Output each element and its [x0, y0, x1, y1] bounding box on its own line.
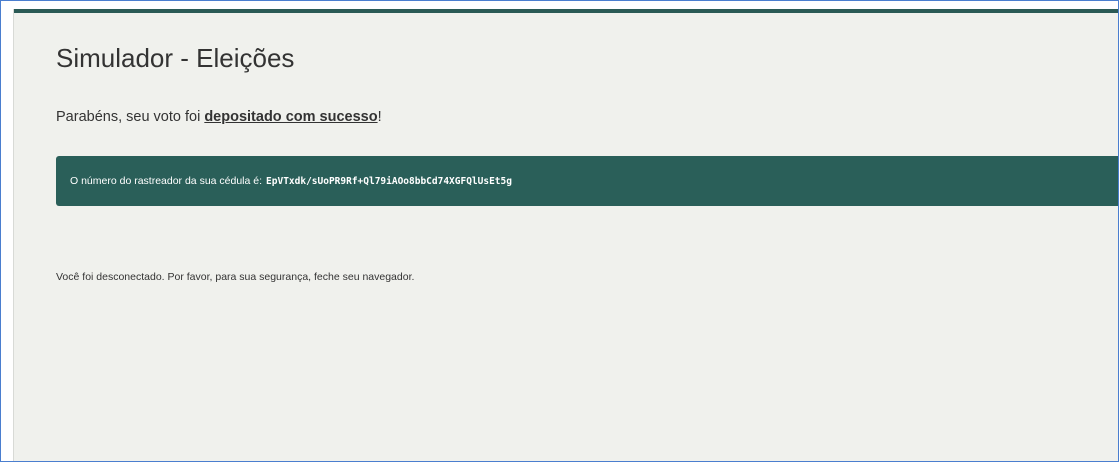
tracker-label: O número do rastreador da sua cédula é:: [70, 175, 263, 187]
confirmation-suffix: !: [377, 109, 382, 125]
screenshot-frame: Simulador - Eleições Parabéns, seu voto …: [0, 0, 1119, 462]
confirmation-prefix: Parabéns, seu voto foi: [56, 109, 205, 125]
vote-confirmation-message: Parabéns, seu voto foi depositado com su…: [56, 109, 382, 125]
page-content: Simulador - Eleições Parabéns, seu voto …: [13, 9, 1118, 461]
confirmation-emphasis: depositado com sucesso: [204, 109, 378, 125]
top-accent-bar: [14, 9, 1118, 13]
page-title: Simulador - Eleições: [56, 43, 295, 73]
ballot-tracker-banner: O número do rastreador da sua cédula é: …: [56, 156, 1118, 206]
tracker-code: EpVTxdk/sUoPR9Rf+Ql79iAOo8bbCd74XGFQlUsE…: [266, 175, 512, 187]
logout-notice: Você foi desconectado. Por favor, para s…: [56, 271, 415, 283]
